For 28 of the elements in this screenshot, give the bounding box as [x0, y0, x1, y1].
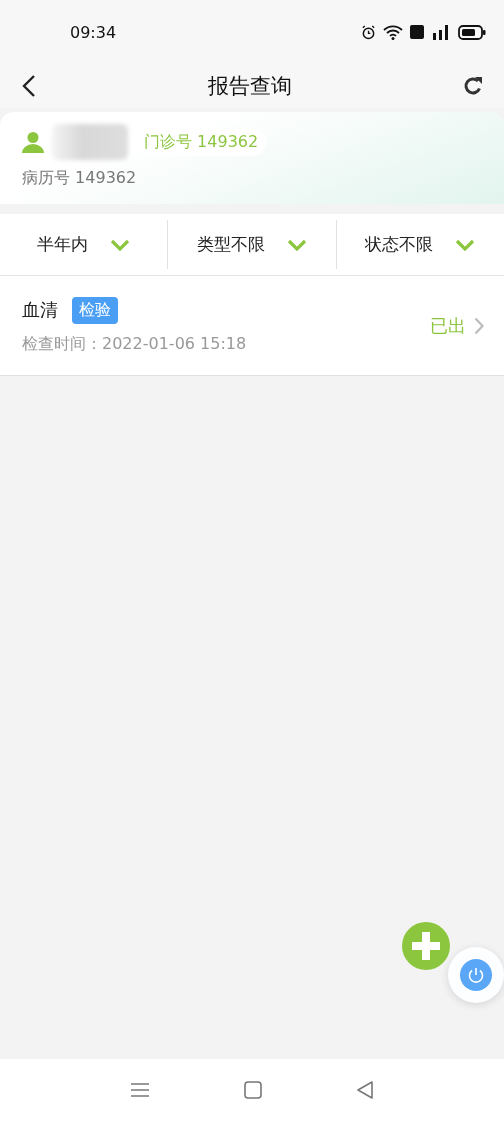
person-icon — [22, 131, 44, 153]
battery-icon — [458, 24, 486, 40]
signal-icon — [431, 24, 451, 40]
back-button[interactable] — [20, 74, 38, 98]
filter-dropdown[interactable]: 状态不限 — [336, 214, 504, 275]
back-nav-button[interactable] — [356, 1081, 374, 1099]
report-item[interactable]: 血清 检验 检查时间：2022-01-06 15:18 已出 — [0, 276, 504, 376]
report-name: 血清 — [22, 298, 58, 322]
chevron-down-icon — [455, 238, 476, 251]
menu-button[interactable] — [130, 1082, 150, 1098]
exam-time: 检查时间：2022-01-06 15:18 — [22, 333, 248, 355]
report-status: 已出 — [430, 313, 466, 338]
chevron-right-icon — [474, 316, 484, 335]
filter-dropdown[interactable]: 类型不限 — [168, 214, 336, 275]
status-time: 09:34 — [70, 22, 118, 42]
plus-icon — [412, 932, 440, 960]
wifi-icon — [383, 24, 403, 40]
chevron-down-icon — [110, 238, 131, 251]
chevron-down-icon — [287, 238, 307, 251]
report-type-tag: 检验 — [72, 296, 118, 324]
refresh-button[interactable] — [462, 75, 484, 97]
page-title: 报告查询 — [208, 73, 292, 100]
filter-dropdown[interactable]: 半年内 — [0, 214, 168, 275]
power-button[interactable] — [448, 947, 504, 1003]
alarm-icon — [361, 24, 376, 40]
home-button[interactable] — [244, 1081, 262, 1099]
power-icon — [460, 959, 492, 991]
record-number: 病历号 149362 — [22, 168, 138, 189]
